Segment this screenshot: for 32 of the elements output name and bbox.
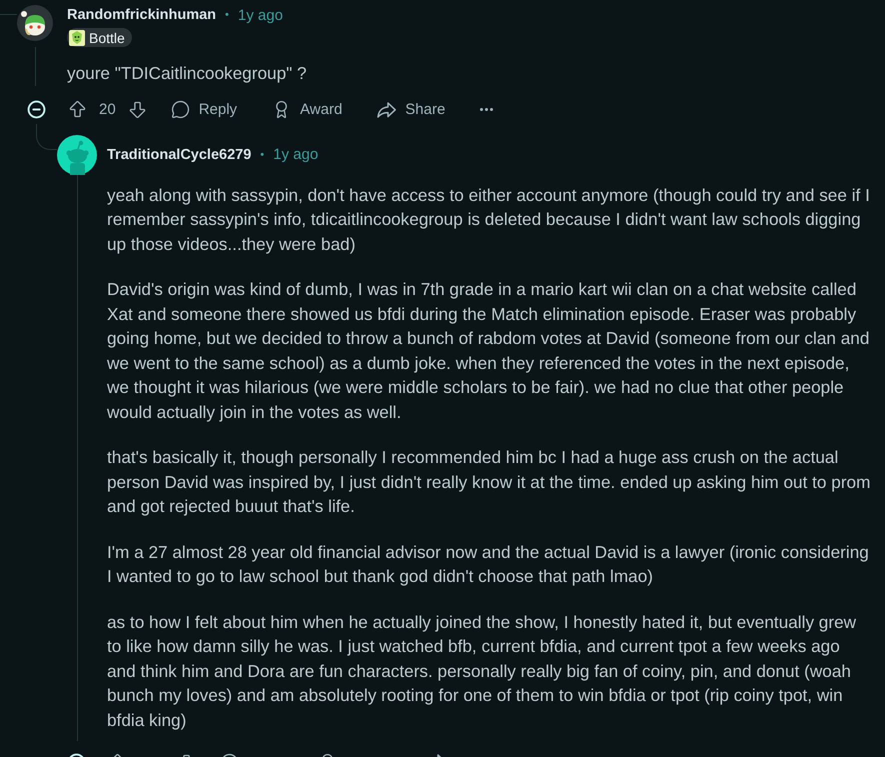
flair-text: Bottle [89, 30, 125, 46]
thread-line [35, 47, 36, 86]
thread-connector [36, 124, 57, 150]
timestamp: 1y ago [238, 6, 283, 24]
comment-paragraph: as to how I felt about him when he actually joined the show, I honestly hated it, but eventually grew to like how damn silly he was. I just watched bfb, current bfdia, and current tpot a few weeks ago and think him and Dora are fun characters. personally really big fan of coiny, pin, and donut (woah bunch my loves) and am absolutely rooting for one of them to win bfdia or tpot (rip coiny tpot, win bfdia king) [107, 610, 858, 732]
more-icon [480, 108, 494, 111]
separator-dot: • [260, 148, 264, 160]
award-button[interactable]: Award [262, 94, 352, 124]
thread-connector [0, 14, 17, 15]
separator-dot: • [225, 9, 229, 21]
comment-paragraph: David's origin was kind of dumb, I was in 7th grade in a mario kart wii clan on a chat website called Xat and someone there showed us bfdi during the Match elimination episode. Eraser was probably going home, but we decided to throw a bunch of rabdom votes at David (someone from our clan and we went to the same school) as a dumb joke. when they referenced the votes in the next episode, we thought it was hilarious (we were middle scholars to be fair). we had no clue that other people would actually join in the votes as well. [107, 278, 870, 424]
timestamp: 1y ago [273, 146, 318, 163]
upvote-button[interactable] [67, 99, 88, 120]
arrow-up-icon [67, 99, 88, 120]
avatar-icon [57, 134, 97, 174]
arrow-down-icon [126, 99, 148, 120]
comment-paragraph: that's basically it, though personally I recommended him bc I had a huge ass crush on the actual person David was inspired by, I just didn't really know it at the time. ended up asking him out to prom and got rejected buuut that's life. [107, 446, 872, 518]
collapse-button[interactable] [27, 100, 46, 119]
avatar-icon [17, 5, 53, 41]
minus-circle-icon [27, 100, 46, 119]
username-link[interactable]: TraditionalCycle6279 [107, 146, 252, 162]
comment-text: youre "TDICaitlincookegroup" ? [67, 62, 308, 85]
speech-bubble-icon [170, 100, 190, 119]
comment-paragraph: yeah along with sassypin, don't have access to either account anymore (though could try and see if I remember sassypin's info, tdicaitlincookegroup is deleted because I didn't want law schools digging up those videos...they were bad) [107, 184, 871, 256]
downvote-button[interactable] [126, 99, 148, 120]
flair-character-icon [69, 30, 85, 46]
username-link[interactable]: Randomfrickinhuman [67, 7, 216, 23]
reply-button[interactable]: Reply [160, 94, 248, 124]
comment-paragraph: I'm a 27 almost 28 year old financial advisor now and the actual David is a lawyer (ironic considering I wanted to go to law school but thank god didn't choose that path lmao) [107, 540, 870, 588]
vote-count: 20 [99, 101, 116, 118]
share-button[interactable]: Share [367, 94, 456, 124]
share-arrow-icon [377, 102, 396, 118]
